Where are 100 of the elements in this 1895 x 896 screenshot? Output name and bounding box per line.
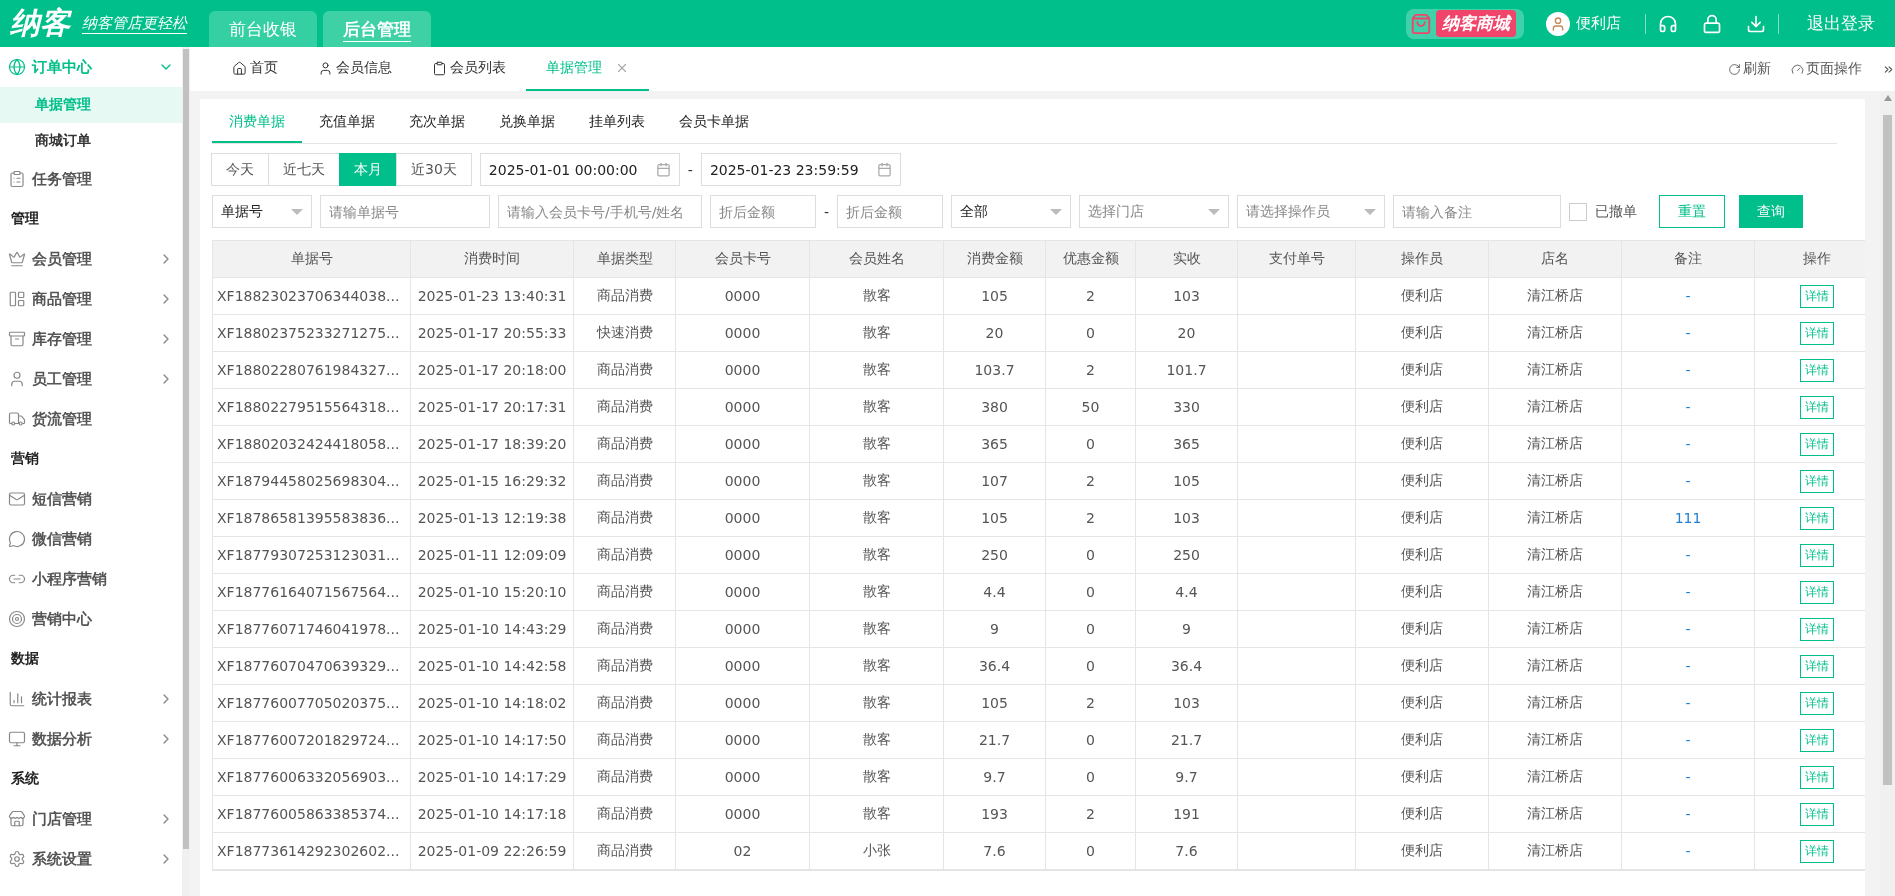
- table-cell: 105: [1136, 463, 1238, 500]
- sub-tab[interactable]: 挂单列表: [572, 105, 662, 143]
- menu-item[interactable]: 商品管理: [0, 279, 182, 319]
- table-cell: 380: [944, 389, 1046, 426]
- table-cell: 36.4: [1136, 648, 1238, 685]
- table-cell: XF18779307253123031...: [213, 537, 411, 574]
- table-cell: 散客: [810, 685, 944, 722]
- table-cell: 清江桥店: [1489, 796, 1622, 833]
- store-icon: [8, 810, 26, 828]
- menu-item[interactable]: 小程序营销: [0, 559, 182, 599]
- table-cell: 清江桥店: [1489, 722, 1622, 759]
- table-cell: 清江桥店: [1489, 759, 1622, 796]
- menu-item[interactable]: 数据分析: [0, 719, 182, 759]
- checkbox[interactable]: [1569, 202, 1588, 221]
- table-cell: 2025-01-10 14:17:29: [411, 759, 574, 796]
- download-icon[interactable]: [1746, 13, 1766, 34]
- table-cell: 0: [1046, 833, 1136, 870]
- date-range-button[interactable]: 近七天: [268, 153, 340, 186]
- table-cell: 250: [1136, 537, 1238, 574]
- input-field[interactable]: 请输入会员卡号/手机号/姓名: [498, 195, 702, 228]
- table-cell: 0000: [676, 352, 810, 389]
- menu-item[interactable]: 门店管理: [0, 799, 182, 839]
- select-field[interactable]: 请选择操作员: [1237, 195, 1386, 228]
- input-field[interactable]: 折后金额: [837, 195, 944, 228]
- table-cell: 2: [1046, 463, 1136, 500]
- table-cell: 2025-01-10 14:42:58: [411, 648, 574, 685]
- table-cell: 清江桥店: [1489, 278, 1622, 315]
- mall-badge[interactable]: 纳客商城: [1406, 8, 1524, 39]
- date-range-button[interactable]: 近30天: [396, 153, 472, 186]
- table-cell: -: [1622, 389, 1755, 426]
- table-cell: 103.7: [944, 352, 1046, 389]
- table-cell: 50: [1046, 389, 1136, 426]
- table-cell: 散客: [810, 722, 944, 759]
- page-tab[interactable]: 首页: [212, 47, 298, 91]
- table-cell: 便利店: [1356, 537, 1489, 574]
- scrollbar[interactable]: [182, 47, 190, 896]
- select-field[interactable]: 全部: [951, 195, 1072, 228]
- menu-item[interactable]: 短信营销: [0, 479, 182, 519]
- table-cell: 2025-01-10 14:17:18: [411, 796, 574, 833]
- table-cell: 193: [944, 796, 1046, 833]
- menu-item[interactable]: 营销中心: [0, 599, 182, 639]
- table-cell: 0000: [676, 537, 810, 574]
- table-cell: 2025-01-17 20:55:33: [411, 315, 574, 352]
- headset-icon[interactable]: [1658, 13, 1678, 34]
- table-cell: 2: [1046, 500, 1136, 537]
- menu-item[interactable]: 系统设置: [0, 839, 182, 879]
- page-tab[interactable]: 会员列表: [412, 47, 526, 91]
- page-action[interactable]: 页面操作: [1791, 47, 1862, 91]
- table-cell: 清江桥店: [1489, 648, 1622, 685]
- table-cell: 散客: [810, 500, 944, 537]
- table-cell: 0000: [676, 796, 810, 833]
- sub-tab[interactable]: 兑换单据: [482, 105, 572, 143]
- table-cell: 330: [1136, 389, 1238, 426]
- user-icon: [8, 370, 26, 388]
- table-cell: 散客: [810, 574, 944, 611]
- date-field[interactable]: 2025-01-01 00:00:00: [479, 153, 680, 186]
- table-cell: 散客: [810, 315, 944, 352]
- table-cell: -: [1622, 759, 1755, 796]
- menu-item[interactable]: 库存管理: [0, 319, 182, 359]
- column-header: 优惠金额: [1046, 241, 1136, 278]
- menu-item[interactable]: 会员管理: [0, 239, 182, 279]
- menu-item[interactable]: 微信营销: [0, 519, 182, 559]
- bar-chart-icon: [8, 690, 26, 708]
- table-cell: 清江桥店: [1489, 574, 1622, 611]
- menu-item[interactable]: 员工管理: [0, 359, 182, 399]
- column-header: 店名: [1489, 241, 1622, 278]
- table-cell: 2025-01-17 18:39:20: [411, 426, 574, 463]
- menu-item[interactable]: 统计报表: [0, 679, 182, 719]
- lock-icon[interactable]: [1702, 13, 1722, 34]
- sub-tab[interactable]: 会员卡单据: [662, 105, 766, 143]
- shopping-bag-icon: [1410, 12, 1432, 35]
- sub-tab[interactable]: 充值单据: [302, 105, 392, 143]
- table-cell: 小张: [810, 833, 944, 870]
- table-cell: 9: [1136, 611, 1238, 648]
- table-cell: 103: [1136, 685, 1238, 722]
- table-cell: 0000: [676, 278, 810, 315]
- page-tab[interactable]: 会员信息: [298, 47, 412, 91]
- close-icon[interactable]: [615, 61, 629, 75]
- page-action[interactable]: 刷新: [1728, 47, 1771, 91]
- date-field[interactable]: 2025-01-23 23:59:59: [700, 153, 901, 186]
- table-cell: -: [1622, 833, 1755, 870]
- select-field[interactable]: 选择门店: [1079, 195, 1230, 228]
- date-range-button[interactable]: 今天: [211, 153, 269, 186]
- input-field[interactable]: 请输单据号: [320, 195, 490, 228]
- input-field[interactable]: 折后金额: [710, 195, 816, 228]
- menu-item[interactable]: 任务管理: [0, 159, 182, 199]
- table-cell: 散客: [810, 426, 944, 463]
- section-heading: 营销: [10, 449, 40, 468]
- table-cell: 散客: [810, 537, 944, 574]
- input-field[interactable]: 请输入备注: [1393, 195, 1562, 228]
- truck-icon: [8, 410, 26, 428]
- table-cell: 365: [944, 426, 1046, 463]
- menu-item[interactable]: 货流管理: [0, 399, 182, 439]
- table-cell: XF18776005863385374...: [213, 796, 411, 833]
- sub-tab[interactable]: 充次单据: [392, 105, 482, 143]
- separator: -: [824, 203, 830, 220]
- table-cell: 便利店: [1356, 833, 1489, 870]
- table-cell: 商品消费: [574, 500, 676, 537]
- table-cell: 2025-01-11 12:09:09: [411, 537, 574, 574]
- select-field[interactable]: 单据号: [212, 195, 312, 228]
